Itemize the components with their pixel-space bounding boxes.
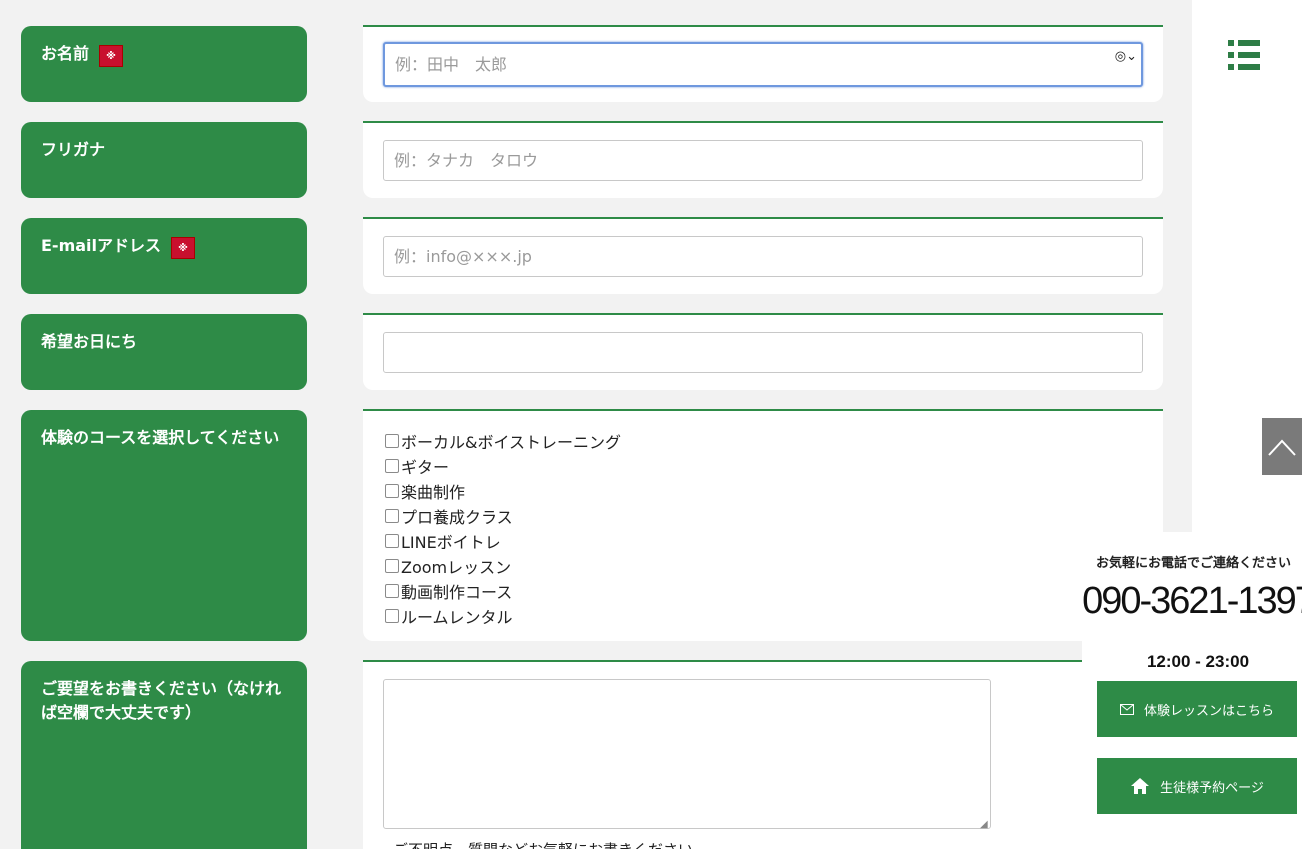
contact-form: お名前 ※ ◎⌄ フリガナ E-mailアドレス ※ 希望お日にち 体験のコースを選…	[0, 0, 1192, 849]
scroll-to-top-button[interactable]	[1262, 418, 1302, 475]
email-field-box	[363, 217, 1163, 294]
name-field-box: ◎⌄	[363, 25, 1163, 102]
checkbox[interactable]	[385, 508, 399, 523]
checkbox[interactable]	[385, 458, 399, 473]
request-textarea[interactable]	[383, 679, 991, 829]
course-option-composition[interactable]: 楽曲制作	[385, 478, 621, 503]
option-label: Zoomレッスン	[401, 557, 512, 577]
required-badge: ※	[99, 45, 124, 67]
option-label: ボーカル&ボイストレーニング	[401, 432, 621, 452]
furigana-input[interactable]	[383, 140, 1143, 181]
phone-number[interactable]: 090-3621-1397	[1082, 582, 1302, 620]
resize-handle-icon[interactable]: ◢	[980, 819, 988, 830]
furigana-label-box: フリガナ	[21, 122, 307, 198]
option-label: 動画制作コース	[401, 582, 513, 602]
mail-icon	[1119, 703, 1134, 715]
course-option-guitar[interactable]: ギター	[385, 453, 621, 478]
request-label-box: ご要望をお書きください（なければ空欄で大丈夫です）	[21, 661, 307, 849]
trial-lesson-label: 体験レッスンはこちら	[1143, 703, 1274, 719]
course-option-room[interactable]: ルームレンタル	[385, 603, 621, 628]
home-icon	[1131, 778, 1150, 794]
furigana-field-box	[363, 121, 1163, 198]
course-options: ボーカル&ボイストレーニング ギター 楽曲制作 プロ養成クラス LINEボイトレ…	[385, 428, 621, 628]
contact-panel: お気軽にお電話でご連絡ください 090-3621-1397 12:00 - 23…	[1082, 532, 1302, 849]
checkbox[interactable]	[385, 483, 399, 498]
checkbox[interactable]	[385, 433, 399, 448]
checkbox[interactable]	[385, 608, 399, 623]
date-label: 希望お日にち	[41, 332, 138, 351]
course-option-zoom[interactable]: Zoomレッスン	[385, 553, 621, 578]
course-option-vocal[interactable]: ボーカル&ボイストレーニング	[385, 428, 621, 453]
list-icon[interactable]	[1228, 40, 1260, 70]
email-label-box: E-mailアドレス ※	[21, 218, 307, 294]
option-label: 楽曲制作	[401, 482, 466, 502]
trial-lesson-button[interactable]: 体験レッスンはこちら	[1097, 681, 1297, 737]
name-label: お名前	[41, 44, 90, 63]
furigana-label: フリガナ	[41, 140, 106, 159]
email-label: E-mailアドレス	[41, 236, 162, 255]
checkbox[interactable]	[385, 583, 399, 598]
chevron-up-icon	[1268, 439, 1296, 456]
required-badge: ※	[171, 237, 196, 259]
course-option-video[interactable]: 動画制作コース	[385, 578, 621, 603]
request-label: ご要望をお書きください（なければ空欄で大丈夫です）	[41, 679, 282, 722]
date-label-box: 希望お日にち	[21, 314, 307, 390]
request-field-box: ◢ ご不明点、質問などお気軽にお書きください。	[363, 660, 1163, 849]
course-field-box: ボーカル&ボイストレーニング ギター 楽曲制作 プロ養成クラス LINEボイトレ…	[363, 409, 1163, 641]
option-label: ギター	[401, 457, 450, 477]
booking-page-label: 生徒様予約ページ	[1160, 780, 1264, 796]
course-option-pro[interactable]: プロ養成クラス	[385, 503, 621, 528]
request-note: ご不明点、質問などお気軽にお書きください。	[393, 839, 708, 849]
business-hours: 12:00 - 23:00	[1146, 652, 1250, 671]
course-label: 体験のコースを選択してください	[41, 428, 280, 447]
booking-page-button[interactable]: 生徒様予約ページ	[1097, 758, 1297, 814]
name-label-box: お名前 ※	[21, 26, 307, 102]
option-label: LINEボイトレ	[401, 532, 501, 552]
email-input[interactable]	[383, 236, 1143, 277]
name-input[interactable]	[383, 42, 1143, 87]
course-label-box: 体験のコースを選択してください	[21, 410, 307, 641]
option-label: プロ養成クラス	[401, 507, 513, 527]
course-option-line[interactable]: LINEボイトレ	[385, 528, 621, 553]
date-input[interactable]	[383, 332, 1143, 373]
checkbox[interactable]	[385, 533, 399, 548]
contact-heading: お気軽にお電話でご連絡ください	[1096, 556, 1292, 571]
date-field-box	[363, 313, 1163, 390]
autofill-contact-icon[interactable]: ◎⌄	[1115, 49, 1137, 64]
checkbox[interactable]	[385, 558, 399, 573]
option-label: ルームレンタル	[401, 607, 513, 627]
